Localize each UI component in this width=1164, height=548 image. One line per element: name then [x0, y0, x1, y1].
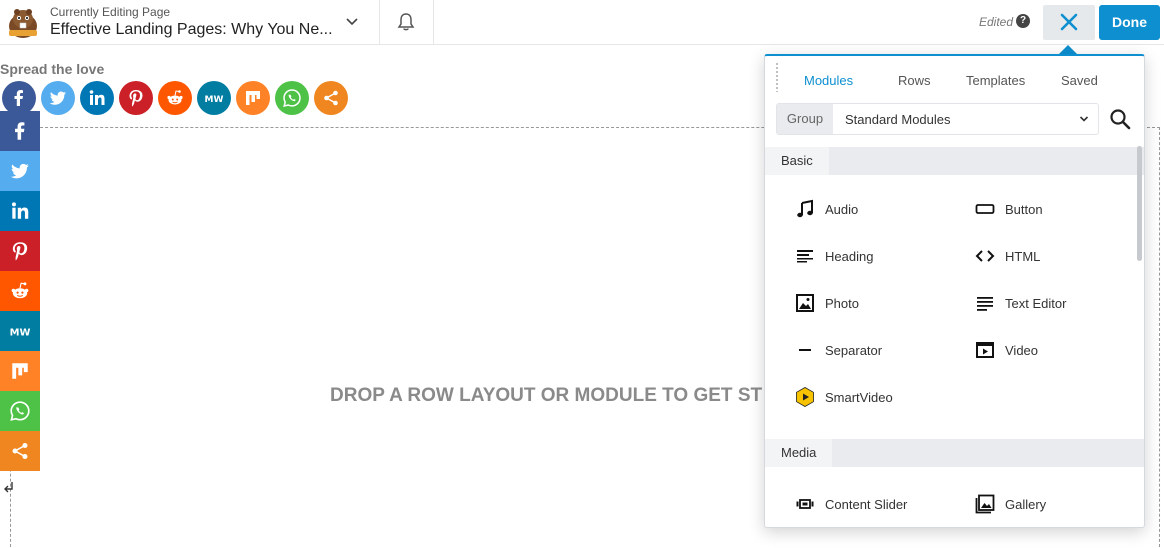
spread-the-love-heading: Spread the love — [0, 61, 105, 77]
page-title[interactable]: Effective Landing Pages: Why You Ne... — [50, 21, 333, 39]
svg-text:MW: MW — [205, 95, 224, 105]
mewe-icon: MW — [10, 327, 31, 338]
sidebar-share-whatsapp-button[interactable] — [0, 391, 40, 431]
close-icon — [1060, 13, 1078, 31]
sidebar-share-linkedin-button[interactable] — [0, 191, 40, 231]
twitter-icon — [49, 91, 66, 105]
module-audio[interactable]: Audio — [794, 197, 858, 221]
collapse-arrow-icon[interactable] — [3, 481, 15, 495]
gallery-icon — [974, 493, 996, 515]
share-icon — [324, 90, 338, 106]
module-text-editor[interactable]: Text Editor — [974, 291, 1066, 315]
twitter-icon — [10, 163, 29, 179]
group-label: Group — [777, 104, 833, 134]
tab-saved[interactable]: Saved — [1061, 73, 1098, 88]
panel-scrollbar[interactable] — [1137, 146, 1142, 261]
linkedin-icon — [11, 202, 29, 219]
share-buttons-sidebar: MW — [0, 111, 40, 471]
share-mix-button[interactable] — [236, 81, 270, 115]
sidebar-share-mewe-button[interactable]: MW — [0, 311, 40, 351]
topbar-divider — [379, 0, 380, 45]
share-linkedin-button[interactable] — [80, 81, 114, 115]
tab-rows[interactable]: Rows — [898, 73, 931, 88]
linkedin-icon — [89, 90, 105, 105]
module-button[interactable]: Button — [974, 197, 1043, 221]
whatsapp-icon — [283, 89, 301, 108]
section-header-basic: Basic — [765, 147, 1144, 175]
group-select[interactable]: Group Standard Modules — [776, 103, 1099, 135]
chevron-down-icon — [1079, 116, 1089, 122]
module-smartvideo[interactable]: SmartVideo — [794, 385, 893, 409]
share-whatsapp-button[interactable] — [275, 81, 309, 115]
module-content-slider[interactable]: Content Slider — [794, 492, 907, 516]
module-gallery[interactable]: Gallery — [974, 492, 1046, 516]
share-reddit-button[interactable] — [158, 81, 192, 115]
content-panel: Modules Rows Templates Saved Group Stand… — [764, 54, 1145, 528]
separator-icon — [794, 339, 816, 361]
music-note-icon — [794, 198, 816, 220]
reddit-icon — [11, 282, 29, 299]
section-title: Basic — [765, 147, 829, 175]
sidebar-share-twitter-button[interactable] — [0, 151, 40, 191]
share-twitter-button[interactable] — [41, 81, 75, 115]
photo-icon — [794, 292, 816, 314]
close-panel-button[interactable] — [1043, 5, 1095, 40]
section-title: Media — [765, 439, 833, 467]
module-heading[interactable]: Heading — [794, 244, 873, 268]
module-html[interactable]: HTML — [974, 244, 1040, 268]
currently-editing-label: Currently Editing Page — [50, 5, 171, 19]
video-icon — [974, 339, 996, 361]
sidebar-share-mix-button[interactable] — [0, 351, 40, 391]
sidebar-share-pinterest-button[interactable] — [0, 231, 40, 271]
drop-zone-message: DROP A ROW LAYOUT OR MODULE TO GET ST — [330, 385, 763, 406]
chevron-down-icon[interactable] — [343, 13, 361, 31]
top-bar: Currently Editing Page Effective Landing… — [0, 0, 1164, 45]
heading-icon — [794, 245, 816, 267]
module-photo[interactable]: Photo — [794, 291, 859, 315]
pinterest-icon — [12, 242, 28, 261]
search-icon[interactable] — [1108, 107, 1132, 131]
drag-handle[interactable] — [775, 62, 779, 92]
facebook-icon — [15, 122, 25, 140]
mewe-icon: MW — [205, 95, 224, 105]
smartvideo-icon — [794, 386, 816, 408]
code-icon — [974, 245, 996, 267]
tab-templates[interactable]: Templates — [966, 73, 1025, 88]
sidebar-share-facebook-button[interactable] — [0, 111, 40, 151]
share-more-button[interactable] — [314, 81, 348, 115]
edited-status: Edited — [979, 15, 1014, 29]
sidebar-share-more-button[interactable] — [0, 431, 40, 471]
whatsapp-icon — [10, 401, 30, 421]
share-icon — [12, 442, 28, 460]
share-pinterest-button[interactable] — [119, 81, 153, 115]
share-buttons-inline: MW — [2, 81, 353, 117]
mix-icon — [12, 363, 28, 379]
reddit-icon — [167, 90, 183, 105]
sidebar-share-reddit-button[interactable] — [0, 271, 40, 311]
group-value: Standard Modules — [845, 112, 951, 127]
share-mewe-button[interactable]: MW — [197, 81, 231, 115]
content-slider-icon — [794, 493, 816, 515]
pinterest-icon — [129, 90, 143, 107]
module-separator[interactable]: Separator — [794, 338, 882, 362]
facebook-icon — [14, 90, 23, 106]
share-facebook-button[interactable] — [2, 81, 36, 115]
topbar-divider — [433, 0, 434, 45]
text-editor-icon — [974, 292, 996, 314]
svg-text:MW: MW — [10, 327, 31, 338]
section-header-media: Media — [765, 439, 1144, 467]
beaver-logo-icon — [9, 9, 37, 38]
help-icon[interactable]: ? — [1016, 14, 1030, 28]
tab-modules[interactable]: Modules — [804, 73, 853, 88]
module-video[interactable]: Video — [974, 338, 1038, 362]
panel-caret — [1059, 45, 1077, 54]
bell-icon[interactable] — [396, 12, 416, 32]
button-icon — [974, 198, 996, 220]
mix-icon — [246, 91, 260, 105]
done-button[interactable]: Done — [1099, 5, 1160, 40]
